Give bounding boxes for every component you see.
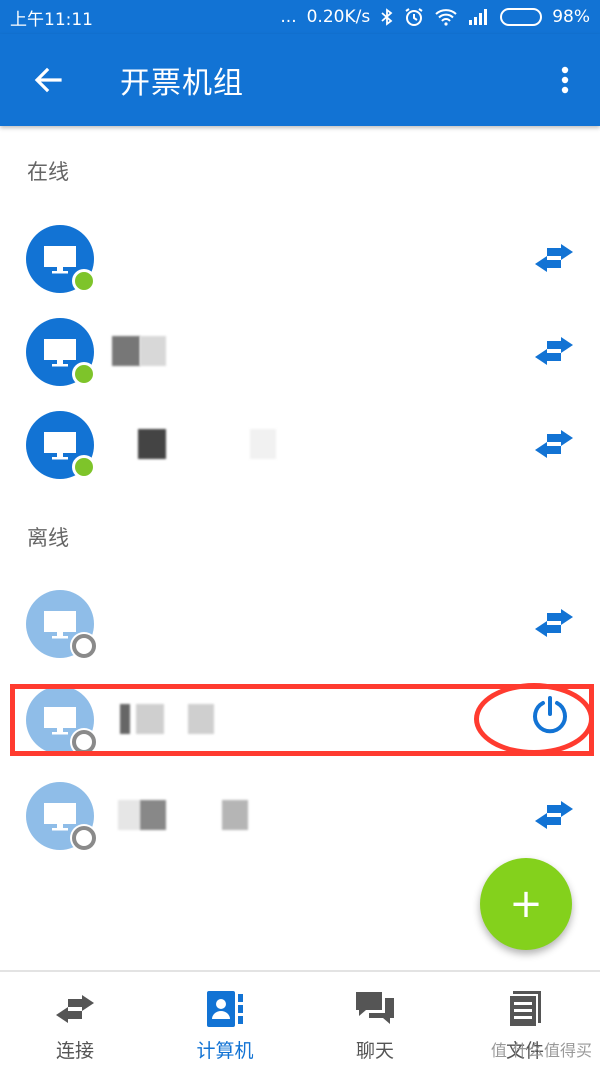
add-computer-fab[interactable]: +: [480, 858, 572, 950]
tab-label: 聊天: [355, 1040, 394, 1062]
connect-button[interactable]: [532, 239, 576, 277]
offline-status-dot: [72, 634, 96, 658]
offline-status-dot: [72, 826, 96, 850]
device-row-online-2[interactable]: [0, 304, 600, 398]
online-status-dot: [72, 455, 96, 479]
page-title: 开票机组: [120, 66, 244, 101]
swap-arrows-icon: [535, 244, 573, 272]
connect-button[interactable]: [532, 796, 576, 834]
tab-connect[interactable]: 连接: [0, 972, 150, 1067]
file-icon: [503, 990, 547, 1028]
battery-icon: [500, 8, 543, 26]
connect-button[interactable]: [532, 332, 576, 370]
device-row-offline-1[interactable]: [0, 576, 600, 670]
network-speed: 0.20K/s: [306, 7, 371, 27]
device-name-redacted: [112, 798, 248, 832]
chat-icon: [353, 990, 397, 1028]
annotation-highlight-ring: [474, 683, 594, 755]
contacts-icon: [203, 990, 247, 1028]
tab-label: 连接: [55, 1040, 94, 1062]
more-options-button[interactable]: [530, 34, 600, 126]
battery-percent: 98%: [552, 7, 590, 27]
tab-computers[interactable]: 计算机: [150, 972, 300, 1067]
online-status-dot: [72, 269, 96, 293]
tab-chat[interactable]: 聊天: [300, 972, 450, 1067]
section-online-label: 在线: [27, 160, 69, 184]
wifi-icon: [434, 8, 458, 26]
swap-arrows-icon: [535, 609, 573, 637]
alarm-icon: [404, 7, 424, 27]
plus-icon: +: [509, 881, 543, 927]
swap-arrows-icon: [535, 337, 573, 365]
connect-button[interactable]: [532, 604, 576, 642]
tab-label: 计算机: [196, 1040, 254, 1062]
monitor-icon: [44, 803, 76, 831]
swap-arrows-icon: [535, 801, 573, 829]
device-row-online-3[interactable]: [0, 397, 600, 491]
device-row-offline-3[interactable]: [0, 768, 600, 862]
back-button[interactable]: [0, 34, 96, 126]
monitor-icon: [44, 611, 76, 639]
status-dots: ...: [280, 7, 297, 27]
app-bar: 开票机组: [0, 34, 600, 126]
connect-button[interactable]: [532, 425, 576, 463]
section-offline-label: 离线: [27, 526, 69, 550]
arrow-left-icon: [34, 67, 62, 93]
device-name-redacted: [112, 427, 276, 461]
online-status-dot: [72, 362, 96, 386]
monitor-icon: [44, 339, 76, 367]
status-time: 上午11:11: [10, 9, 93, 30]
more-vert-icon: [561, 66, 569, 94]
swap-arrows-icon: [53, 990, 97, 1028]
device-name-redacted: [112, 334, 166, 368]
signal-icon: [468, 8, 490, 26]
bluetooth-icon: [380, 8, 394, 26]
swap-arrows-icon: [535, 430, 573, 458]
watermark: 值 什么值得买: [490, 1041, 592, 1060]
status-bar: 上午11:11 ... 0.20K/s 98%: [0, 0, 600, 34]
device-row-online-1[interactable]: [0, 211, 600, 305]
monitor-icon: [44, 432, 76, 460]
monitor-icon: [44, 246, 76, 274]
